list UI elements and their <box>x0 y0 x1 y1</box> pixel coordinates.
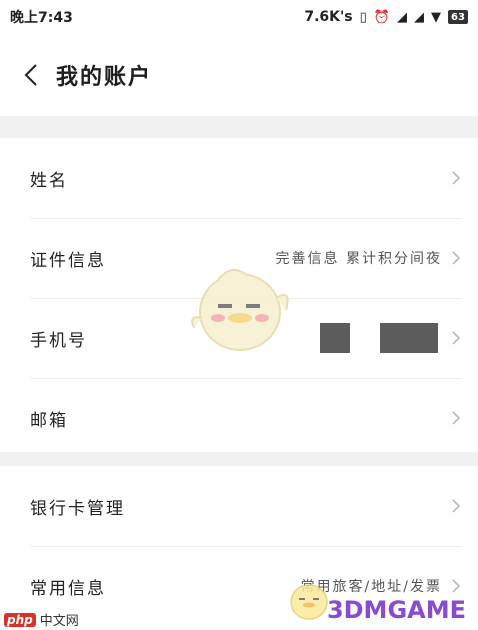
section-divider <box>0 116 478 138</box>
row-name[interactable]: 姓名 <box>0 138 478 218</box>
signal-icon: ◢ <box>397 9 407 25</box>
network-speed: 7.6K's <box>304 9 353 25</box>
row-label: 常用信息 <box>30 578 106 599</box>
row-value: 完善信息 累计积分间夜 <box>275 251 442 267</box>
row-label: 银行卡管理 <box>30 498 125 519</box>
row-bank-card[interactable]: 银行卡管理 <box>0 466 478 546</box>
redacted-block <box>320 323 350 353</box>
chevron-right-icon <box>450 579 462 593</box>
page-header: 我的账户 <box>0 34 478 116</box>
account-info-group: 姓名 证件信息 完善信息 累计积分间夜 手机号 邮箱 <box>0 138 478 458</box>
chevron-right-icon <box>450 411 462 425</box>
status-time: 晚上7:43 <box>10 10 73 26</box>
php-watermark-text: 中文网 <box>39 614 79 629</box>
redacted-block <box>380 323 438 353</box>
vibrate-icon: ▯ <box>359 9 367 25</box>
back-button[interactable] <box>18 62 44 88</box>
php-watermark: php 中文网 <box>4 610 79 629</box>
wifi-icon: ▼ <box>431 9 441 25</box>
3dmgame-watermark: 3DMGAME <box>326 596 466 624</box>
row-label: 证件信息 <box>30 250 106 271</box>
row-label: 姓名 <box>30 170 68 191</box>
row-id-info[interactable]: 证件信息 完善信息 累计积分间夜 <box>0 218 478 298</box>
chevron-right-icon <box>450 331 462 345</box>
php-badge: php <box>4 612 36 627</box>
status-bar: 晚上7:43 7.6K's ▯ ⏰ ◢ ◢ ▼ 63 <box>0 0 478 34</box>
row-phone[interactable]: 手机号 <box>0 298 478 378</box>
page-title: 我的账户 <box>56 65 153 90</box>
chevron-right-icon <box>450 251 462 265</box>
section-divider <box>0 452 478 466</box>
row-label: 邮箱 <box>30 410 68 431</box>
battery-icon: 63 <box>448 10 468 24</box>
alarm-icon: ⏰ <box>373 9 390 25</box>
row-value: 常用旅客/地址/发票 <box>300 579 442 595</box>
chevron-left-icon <box>24 64 37 86</box>
status-icons: 7.6K's ▯ ⏰ ◢ ◢ ▼ 63 <box>304 9 468 25</box>
row-email[interactable]: 邮箱 <box>0 378 478 458</box>
chevron-right-icon <box>450 171 462 185</box>
chevron-right-icon <box>450 499 462 513</box>
hd-signal-icon: ◢ <box>414 9 424 25</box>
row-label: 手机号 <box>30 330 87 351</box>
